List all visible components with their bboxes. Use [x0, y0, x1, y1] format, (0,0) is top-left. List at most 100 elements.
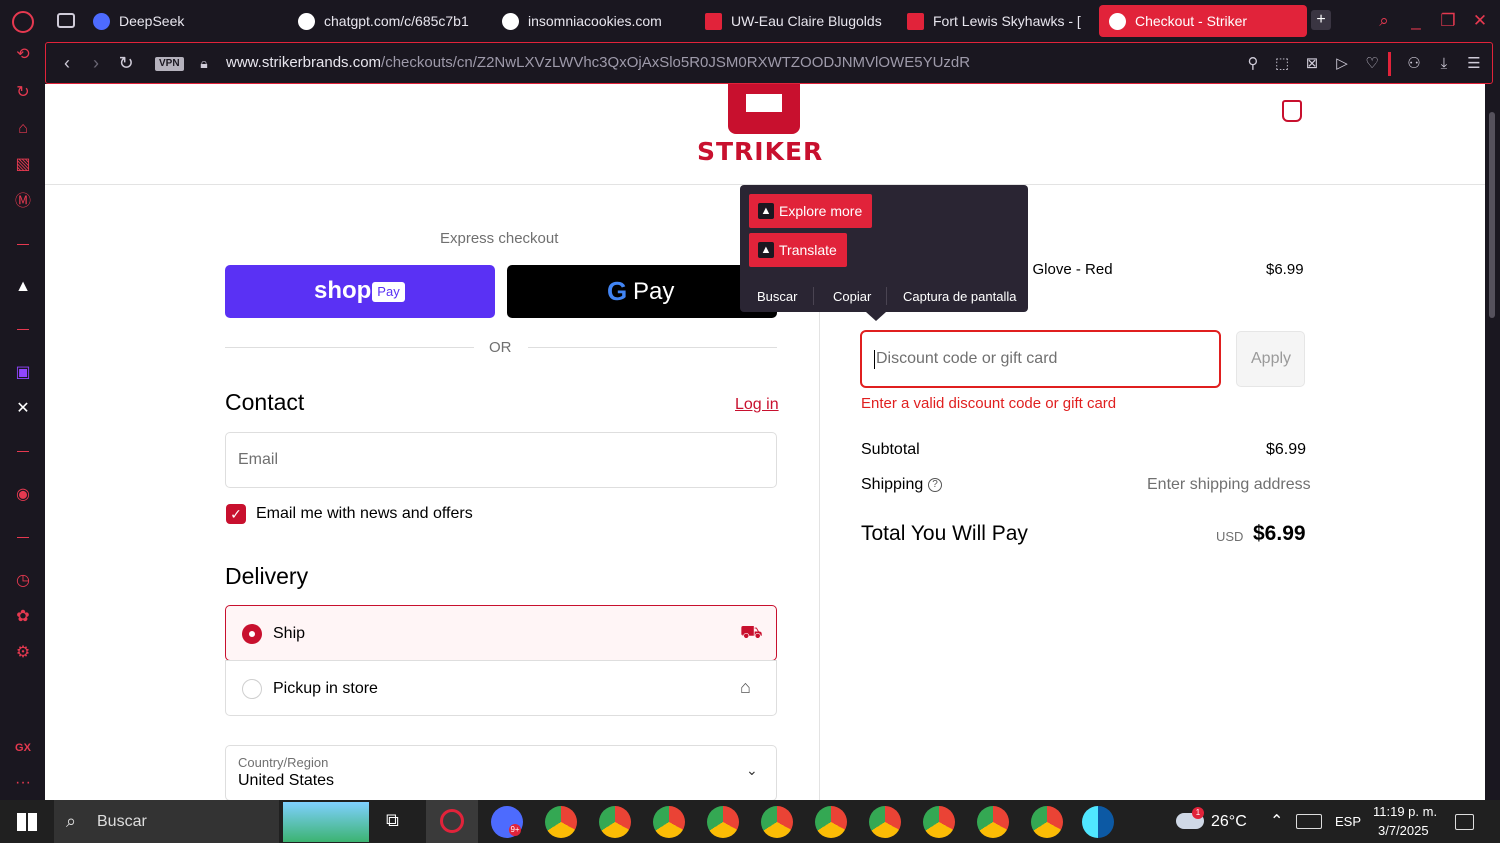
sync-icon[interactable]: ⟲: [13, 45, 33, 65]
taskbar-opera-gx[interactable]: [426, 800, 478, 843]
tab-chatgpt[interactable]: chatgpt.com/c/685c7b1: [298, 5, 478, 37]
keyboard-icon[interactable]: [1296, 814, 1322, 829]
tab-fort-lewis[interactable]: Fort Lewis Skyhawks - [: [907, 5, 1083, 37]
taskbar-search[interactable]: ⌕ Buscar: [54, 800, 279, 843]
send-icon[interactable]: ▷: [1332, 54, 1352, 74]
google-pay-label: Pay: [633, 278, 675, 305]
aria-ai-icon[interactable]: ▲: [13, 277, 33, 297]
country-select[interactable]: Country/Region United States ⌄: [225, 745, 777, 800]
search-highlight-image[interactable]: [283, 802, 369, 842]
chrome-icon[interactable]: [545, 806, 577, 838]
vpn-badge[interactable]: VPN: [155, 57, 184, 71]
tab-bar: DeepSeek chatgpt.com/c/685c7b1 insomniac…: [45, 0, 1500, 42]
tab-checkout-striker[interactable]: Checkout - Striker: [1099, 5, 1307, 37]
url-field[interactable]: www.strikerbrands.com/checkouts/cn/Z2NwL…: [226, 54, 970, 71]
weather-temp[interactable]: 26°C: [1211, 813, 1247, 831]
extensions-icon[interactable]: ✿: [13, 607, 33, 627]
url-host: www.strikerbrands.com: [226, 54, 382, 71]
back-icon[interactable]: ‹: [57, 53, 77, 73]
tab-deepseek[interactable]: DeepSeek: [93, 5, 273, 37]
weather-icon[interactable]: 1: [1176, 807, 1204, 829]
minimize-button[interactable]: _: [1405, 10, 1427, 32]
tab-uw-eau-claire[interactable]: UW-Eau Claire Blugolds: [705, 5, 885, 37]
tab-search-icon[interactable]: [57, 13, 75, 28]
forward-icon[interactable]: ›: [86, 53, 106, 73]
chrome-icon[interactable]: [977, 806, 1009, 838]
tab-insomniacookies[interactable]: insomniacookies.com: [502, 5, 682, 37]
edge-icon[interactable]: [1082, 806, 1114, 838]
opera-gx-icon: [440, 809, 464, 833]
profile-icon[interactable]: ⚇: [1404, 54, 1424, 74]
workspaces-icon[interactable]: ⌂: [13, 119, 33, 139]
clock-time[interactable]: 11:19 p. m.: [1373, 804, 1437, 819]
chrome-icon[interactable]: [761, 806, 793, 838]
or-label: OR: [489, 339, 512, 356]
email-field[interactable]: Email: [225, 432, 777, 488]
ship-label: Ship: [273, 625, 306, 642]
chrome-icon[interactable]: [1031, 806, 1063, 838]
windows-start-icon[interactable]: [17, 813, 37, 831]
heart-icon[interactable]: ♡: [1362, 54, 1382, 74]
pickup-radio[interactable]: [242, 679, 262, 699]
twitch-gx-icon[interactable]: ▧: [13, 155, 33, 175]
taskbar-search-label: Buscar: [97, 813, 147, 830]
apply-button[interactable]: Apply: [1236, 331, 1305, 387]
store-icon: ⌂: [740, 677, 751, 697]
new-tab-button[interactable]: +: [1311, 10, 1331, 30]
chrome-icon[interactable]: [923, 806, 955, 838]
settings-icon[interactable]: ⚙: [13, 643, 33, 663]
x-twitter-icon[interactable]: ✕: [13, 399, 33, 419]
total-value: $6.99: [1253, 522, 1306, 545]
mail-icon[interactable]: Ⓜ: [13, 192, 33, 212]
reload-icon[interactable]: ↻: [116, 53, 136, 73]
adblock-icon[interactable]: ⊠: [1302, 54, 1322, 74]
shop-pay-button[interactable]: shop Pay: [225, 265, 495, 318]
lock-icon[interactable]: 🔒︎: [194, 53, 214, 73]
scrollbar-thumb[interactable]: [1489, 112, 1495, 318]
newsletter-checkbox[interactable]: ✓: [226, 504, 246, 524]
delivery-option-ship[interactable]: Ship ⛟: [225, 605, 777, 661]
cart-icon[interactable]: [1282, 100, 1302, 122]
chrome-icon[interactable]: [653, 806, 685, 838]
task-view-icon[interactable]: ⧉: [386, 810, 399, 831]
page-scrollbar[interactable]: [1485, 84, 1500, 800]
search-tabs-icon[interactable]: ⌕: [1373, 10, 1395, 32]
gx-icon[interactable]: GX: [13, 738, 33, 758]
language-indicator[interactable]: ESP: [1335, 814, 1361, 829]
toolbar-separator: [1388, 52, 1391, 76]
delivery-option-pickup[interactable]: Pickup in store ⌂: [225, 660, 777, 716]
google-pay-button[interactable]: G Pay: [507, 265, 777, 318]
chrome-icon[interactable]: [815, 806, 847, 838]
more-icon[interactable]: ···: [13, 773, 33, 793]
notification-badge: 9+: [509, 824, 521, 836]
popup-screenshot-button[interactable]: Captura de pantalla: [903, 289, 1016, 304]
opera-logo-icon[interactable]: [12, 11, 34, 33]
pin-icon[interactable]: ⚲: [1243, 54, 1263, 74]
explore-more-button[interactable]: ▲ Explore more: [749, 194, 873, 228]
chrome-icon[interactable]: [869, 806, 901, 838]
popup-search-button[interactable]: Buscar: [757, 289, 797, 304]
twitch-icon[interactable]: ▣: [13, 363, 33, 383]
popup-copy-button[interactable]: Copiar: [833, 289, 871, 304]
login-link[interactable]: Log in: [735, 396, 779, 414]
chrome-icon[interactable]: [707, 806, 739, 838]
download-icon[interactable]: ⤓: [1434, 54, 1454, 74]
history-icon[interactable]: ◷: [13, 571, 33, 591]
chevron-up-icon[interactable]: ⌃: [1270, 811, 1283, 831]
discount-input[interactable]: Discount code or gift card: [860, 330, 1221, 388]
snapshot-icon[interactable]: ⬚: [1272, 54, 1292, 74]
subtotal-label: Subtotal: [861, 441, 920, 458]
restore-button[interactable]: ❐: [1437, 10, 1459, 32]
close-window-button[interactable]: ✕: [1469, 10, 1491, 32]
chrome-icon[interactable]: [599, 806, 631, 838]
player-icon[interactable]: ◉: [13, 485, 33, 505]
store-logo[interactable]: STRIKER: [697, 137, 823, 166]
menu-icon[interactable]: ☰: [1464, 54, 1484, 74]
aria-icon[interactable]: ↻: [13, 83, 33, 103]
clock-date[interactable]: 3/7/2025: [1378, 823, 1429, 838]
taskbar-app-icon[interactable]: 9+: [491, 806, 523, 838]
translate-button[interactable]: ▲ Translate: [749, 233, 847, 267]
help-icon[interactable]: ?: [928, 478, 942, 492]
notification-icon[interactable]: [1455, 814, 1474, 830]
ship-radio[interactable]: [242, 624, 262, 644]
